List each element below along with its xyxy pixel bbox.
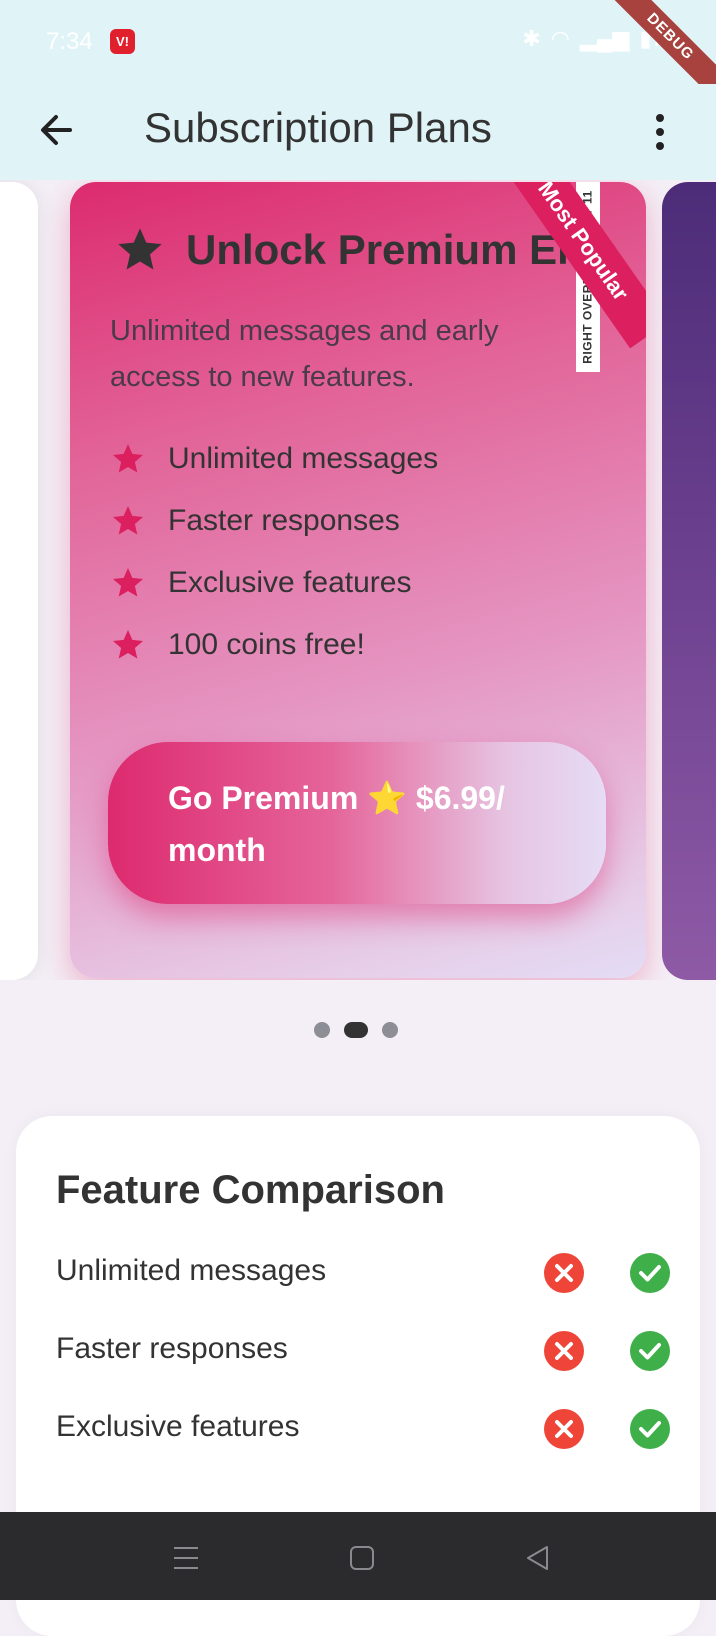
feature-list: Unlimited messages Faster responses Excl…: [110, 428, 438, 676]
comparison-title: Feature Comparison: [56, 1168, 445, 1212]
feature-label: Faster responses: [168, 504, 400, 537]
arrow-back-icon: [41, 115, 72, 145]
status-time: 7:34: [46, 28, 93, 55]
comparison-row: Exclusive features: [56, 1398, 670, 1458]
feature-label: 100 coins free!: [168, 628, 365, 661]
comparison-row: Faster responses: [56, 1320, 670, 1380]
home-button[interactable]: [342, 1538, 382, 1578]
recent-apps-button[interactable]: [166, 1538, 206, 1578]
go-premium-button[interactable]: Go Premium ⭐ $6.99/ month: [108, 742, 606, 904]
more-options-button[interactable]: [640, 108, 680, 156]
signal-icon: ▂▄▆: [579, 26, 630, 51]
plan-card-next[interactable]: [662, 182, 716, 980]
go-premium-label: Go Premium ⭐ $6.99/ month: [168, 780, 505, 868]
carousel-page-indicator: [314, 1022, 398, 1038]
cross-icon: [544, 1331, 584, 1371]
feature-item: Exclusive features: [110, 552, 438, 614]
page-dot[interactable]: [382, 1022, 398, 1038]
most-popular-ribbon: Most Popular: [498, 182, 646, 349]
cross-icon: [544, 1409, 584, 1449]
app-bar: Subscription Plans: [0, 84, 716, 180]
back-button[interactable]: [36, 108, 80, 152]
star-icon: [113, 568, 143, 597]
ribbon-container: RIGHT OVERFLOWED BY 11 Most Popular: [446, 182, 646, 382]
bluetooth-icon: ✱: [522, 26, 541, 51]
system-back-button[interactable]: [518, 1538, 558, 1578]
feature-item: 100 coins free!: [110, 614, 438, 676]
app-notification-icon: V!: [110, 29, 135, 54]
cross-icon: [544, 1253, 584, 1293]
back-triangle-icon: [527, 1546, 548, 1570]
check-icon: [630, 1409, 670, 1449]
comparison-row: Unlimited messages: [56, 1242, 670, 1302]
plan-carousel[interactable]: Unlock Premium Elite Unlimited messages …: [0, 180, 716, 980]
feature-item: Faster responses: [110, 490, 438, 552]
feature-label: Unlimited messages: [168, 442, 439, 475]
plan-card-premium[interactable]: Unlock Premium Elite Unlimited messages …: [70, 182, 646, 978]
comparison-label: Unlimited messages: [56, 1254, 327, 1287]
check-icon: [630, 1331, 670, 1371]
more-vertical-icon: [656, 114, 664, 150]
page-dot-active[interactable]: [344, 1022, 368, 1038]
comparison-label: Faster responses: [56, 1332, 288, 1365]
status-bar: 7:34 V! ✱ ◠ ▂▄▆ ▮75 DEBUG: [0, 0, 716, 110]
star-icon: [113, 630, 143, 659]
feature-label: Exclusive features: [168, 566, 412, 599]
feature-item: Unlimited messages: [110, 428, 438, 490]
plan-card-previous[interactable]: [0, 182, 38, 980]
system-nav-bar: [0, 1512, 716, 1600]
wifi-icon: ◠: [550, 26, 570, 51]
menu-icon: [174, 1547, 198, 1569]
home-icon: [350, 1546, 374, 1570]
comparison-label: Exclusive features: [56, 1410, 300, 1443]
star-icon: [118, 228, 162, 270]
star-icon: [113, 444, 143, 473]
check-icon: [630, 1253, 670, 1293]
star-icon: [113, 506, 143, 535]
page-dot[interactable]: [314, 1022, 330, 1038]
page-title: Subscription Plans: [144, 104, 492, 151]
